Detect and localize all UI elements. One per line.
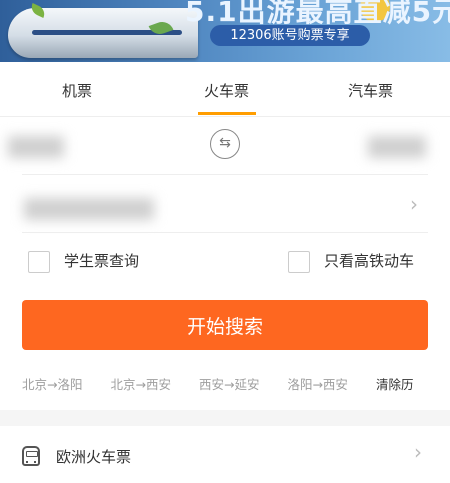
arrival-city[interactable] bbox=[368, 136, 426, 158]
divider bbox=[22, 174, 428, 175]
tab-train[interactable]: 火车票 bbox=[204, 80, 249, 101]
history-item[interactable]: 洛阳→西安 bbox=[287, 374, 347, 393]
departure-date[interactable] bbox=[24, 198, 154, 220]
student-checkbox[interactable] bbox=[28, 250, 50, 273]
tab-flight[interactable]: 机票 bbox=[62, 80, 92, 101]
student-label: 学生票查询 bbox=[64, 252, 140, 270]
active-tab-indicator bbox=[198, 112, 256, 115]
chevron-right-icon[interactable]: › bbox=[410, 192, 418, 216]
euro-train-label: 欧洲火车票 bbox=[56, 448, 132, 466]
search-history: 北京→洛阳 北京→西安 西安→延安 洛阳→西安 清除历 bbox=[22, 374, 450, 393]
section-gap bbox=[0, 410, 450, 426]
euro-train-entry[interactable]: 欧洲火车票 › bbox=[0, 426, 450, 483]
high-speed-checkbox[interactable] bbox=[288, 250, 310, 273]
banner-subtitle: 12306账号购票专享 bbox=[210, 25, 370, 46]
divider bbox=[22, 232, 428, 233]
history-item[interactable]: 北京→西安 bbox=[110, 374, 170, 393]
departure-city[interactable] bbox=[8, 136, 64, 158]
history-item[interactable]: 西安→延安 bbox=[199, 374, 259, 393]
promo-banner[interactable]: 5.1出游最高直减5元 12306账号购票专享 bbox=[0, 0, 450, 62]
tab-bus[interactable]: 汽车票 bbox=[348, 80, 393, 101]
train-image bbox=[8, 8, 198, 58]
high-speed-label: 只看高铁动车 bbox=[324, 252, 415, 270]
swap-icon[interactable]: ⇆ bbox=[210, 129, 240, 159]
history-item[interactable]: 北京→洛阳 bbox=[22, 374, 82, 393]
train-icon bbox=[22, 446, 40, 466]
student-ticket-option[interactable]: 学生票查询 bbox=[28, 250, 139, 273]
high-speed-option[interactable]: 只看高铁动车 bbox=[288, 250, 414, 273]
transport-tabs: 机票 火车票 汽车票 bbox=[0, 62, 450, 117]
search-button[interactable]: 开始搜索 bbox=[22, 300, 428, 350]
clear-history-button[interactable]: 清除历 bbox=[376, 374, 414, 393]
chevron-right-icon: › bbox=[414, 440, 422, 464]
